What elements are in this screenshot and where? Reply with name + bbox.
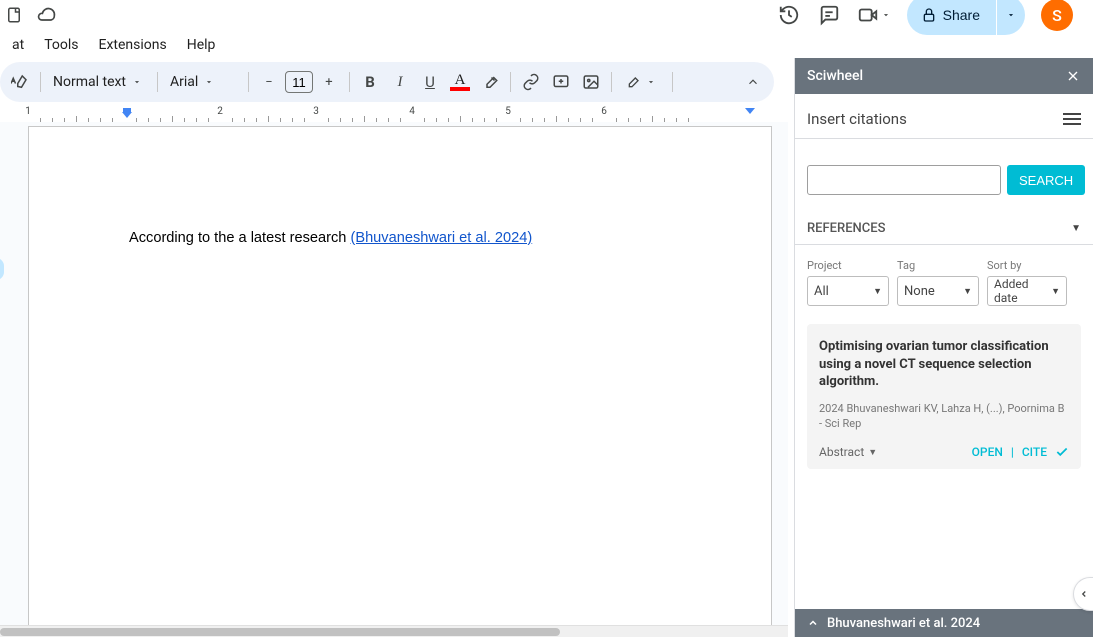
menu-extensions[interactable]: Extensions	[90, 33, 174, 57]
insert-image-button[interactable]	[577, 68, 605, 96]
sidepanel-title: Sciwheel	[807, 68, 863, 84]
document-text[interactable]: According to the a latest research (Bhuv…	[129, 230, 532, 246]
tag-filter-dropdown[interactable]: None ▼	[897, 276, 979, 306]
avatar[interactable]: S	[1041, 0, 1073, 31]
citation-search-input[interactable]	[807, 165, 1001, 195]
menu-help[interactable]: Help	[179, 33, 224, 57]
decrease-font-size[interactable]: −	[255, 68, 283, 96]
spellcheck-button[interactable]	[6, 68, 34, 96]
toolbar: Normal text Arial − + B I U A	[0, 62, 774, 102]
document-scroll[interactable]: According to the a latest research (Bhuv…	[0, 122, 788, 637]
menu-format[interactable]: at	[4, 33, 32, 57]
open-reference-button[interactable]: OPEN	[972, 445, 1003, 459]
project-filter-dropdown[interactable]: All ▼	[807, 276, 889, 306]
share-label: Share	[943, 7, 980, 23]
share-button[interactable]: Share	[907, 0, 996, 35]
paragraph-style-dropdown[interactable]: Normal text	[47, 68, 151, 96]
citation-search-button[interactable]: SEARCH	[1007, 165, 1085, 195]
italic-button[interactable]: I	[386, 68, 414, 96]
insert-citations-label: Insert citations	[807, 110, 907, 128]
lock-icon	[921, 7, 937, 23]
cite-reference-button[interactable]: CITE	[1022, 445, 1047, 459]
cloud-saved-icon[interactable]	[34, 3, 58, 27]
font-dropdown[interactable]: Arial	[164, 68, 242, 96]
footer-current-citation: Bhuvaneshwari et al. 2024	[827, 616, 980, 631]
font-size-input[interactable]	[285, 71, 313, 93]
increase-font-size[interactable]: +	[315, 68, 343, 96]
underline-button[interactable]: U	[416, 68, 444, 96]
horizontal-scrollbar[interactable]	[0, 625, 788, 637]
project-filter-label: Project	[807, 259, 889, 272]
history-icon[interactable]	[777, 3, 801, 27]
hide-menus-button[interactable]	[738, 67, 768, 97]
tag-filter-label: Tag	[897, 259, 979, 272]
doc-icon	[2, 3, 26, 27]
sidepanel-footer[interactable]: Bhuvaneshwari et al. 2024	[795, 609, 1093, 637]
sidepanel-menu-button[interactable]	[1063, 113, 1081, 125]
indent-marker-left[interactable]	[122, 108, 132, 118]
share-dropdown[interactable]	[997, 0, 1025, 35]
highlight-button[interactable]	[476, 68, 504, 96]
meet-button[interactable]	[857, 4, 891, 26]
insert-link-button[interactable]	[517, 68, 545, 96]
text-color-button[interactable]: A	[446, 73, 474, 91]
reference-card: Optimising ovarian tumor classification …	[807, 324, 1081, 469]
references-header: REFERENCES	[807, 221, 885, 236]
editing-mode-dropdown[interactable]	[618, 68, 666, 96]
citation-link[interactable]: (Bhuvaneshwari et al. 2024)	[350, 230, 532, 246]
close-sidepanel-button[interactable]	[1065, 68, 1081, 84]
sort-filter-label: Sort by	[987, 259, 1067, 272]
references-toggle[interactable]: ▼	[1071, 223, 1081, 234]
document-page[interactable]: According to the a latest research (Bhuv…	[28, 126, 772, 637]
menu-tools[interactable]: Tools	[36, 33, 86, 57]
indent-marker-right[interactable]	[745, 108, 755, 114]
comment-icon[interactable]	[817, 3, 841, 27]
add-comment-button[interactable]	[547, 68, 575, 96]
abstract-toggle[interactable]: Abstract ▼	[819, 445, 877, 459]
cited-check-icon	[1055, 445, 1069, 459]
reference-title: Optimising ovarian tumor classification …	[819, 338, 1069, 391]
reference-meta: 2024 Bhuvaneshwari KV, Lahza H, (...), P…	[819, 401, 1069, 432]
bold-button[interactable]: B	[356, 68, 384, 96]
footer-chevron-icon[interactable]	[807, 617, 819, 629]
sciwheel-sidepanel: Sciwheel Insert citations SEARCH REFEREN…	[794, 58, 1093, 637]
sort-filter-dropdown[interactable]: Added date ▼	[987, 276, 1067, 306]
